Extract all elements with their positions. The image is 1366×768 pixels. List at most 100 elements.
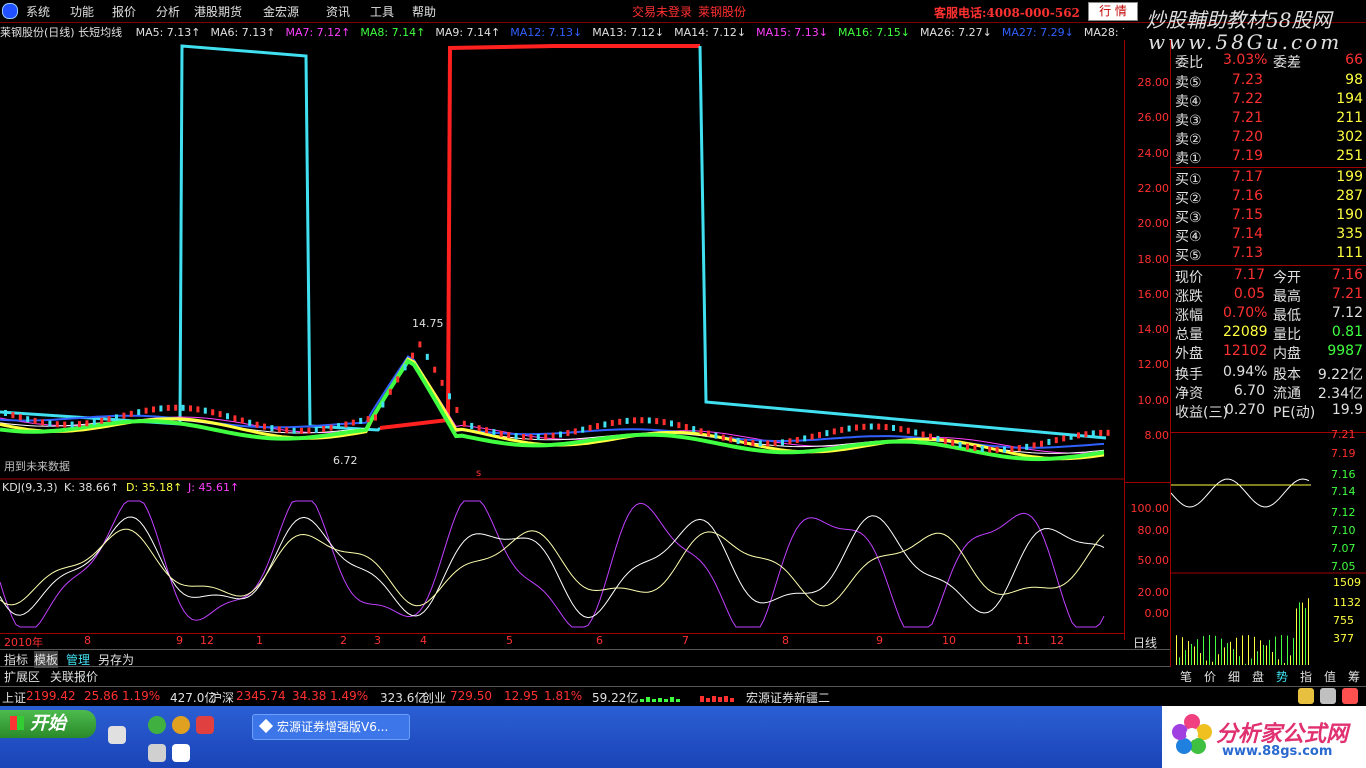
panel-tab[interactable]: 笔 [1180,668,1192,685]
ma-value-4: MA9: 7.14↑ [435,26,501,39]
price-chart[interactable]: 用到未来数据 14.75 6.72 s [0,40,1124,480]
price-axis-label: 18.00 [1137,252,1170,266]
intraday-volume-bar [1200,653,1201,665]
date-axis-label: 8 [782,634,789,647]
sell-row[interactable]: 卖② 7.20 302 [1171,129,1366,148]
candle [159,405,163,412]
stat-value: 7.16 [1331,267,1363,283]
menu-item-jinhongyuan[interactable]: 金宏源 [263,3,299,20]
intraday-volume-bar [1290,655,1291,665]
menu-item-analysis[interactable]: 分析 [156,3,180,20]
candle [596,423,599,430]
panel-tab[interactable]: 值 [1324,668,1336,685]
candle [48,420,52,427]
candle [300,427,303,434]
candle [218,411,222,418]
quicklaunch-refresh-icon[interactable] [172,716,190,734]
show-desktop-icon[interactable] [108,726,126,744]
trade-login-status[interactable]: 交易未登录 [632,3,692,20]
panel-tab[interactable]: 盘 [1252,668,1264,685]
sell-row[interactable]: 卖③ 7.21 211 [1171,110,1366,129]
panel-tab[interactable]: 势 [1276,668,1288,685]
chart-title: 莱钢股份(日线) 长短均线 [0,26,123,39]
buy-row[interactable]: 买② 7.16 287 [1171,188,1366,207]
intraday-volume-bar [1182,637,1183,665]
sell-row[interactable]: 卖④ 7.22 194 [1171,91,1366,110]
quicklaunch-keyboard-icon[interactable] [148,744,166,762]
start-button[interactable]: 开始 [0,710,96,738]
tray-lock-icon[interactable] [1320,688,1336,704]
quicklaunch-help-icon[interactable] [172,744,190,762]
menu-item-tools[interactable]: 工具 [370,3,394,20]
candle [662,419,666,426]
sell-volume: 98 [1345,72,1363,88]
menu-item-function[interactable]: 功能 [70,3,94,20]
candle [403,364,407,371]
candle [255,421,259,428]
sell-row[interactable]: 卖⑤ 7.23 98 [1171,72,1366,91]
app-logo-icon[interactable] [2,3,18,19]
tab-extension-area[interactable]: 扩展区 [4,668,40,685]
quote-button[interactable]: 行 情 [1088,2,1138,21]
candle [1062,435,1066,442]
sell-price: 7.21 [1231,110,1263,126]
candle [751,439,755,446]
intraday-volume-bar [1179,657,1180,665]
candle [1091,430,1095,437]
candle [892,424,895,431]
kdj-axis-label: 20.00 [1137,586,1170,599]
buy-row[interactable]: 买⑤ 7.13 111 [1171,245,1366,264]
menu-item-news[interactable]: 资讯 [326,3,350,20]
price-axis-label: 16.00 [1137,287,1170,301]
tray-close-icon[interactable] [1342,688,1358,704]
candle [936,435,940,442]
buy-row[interactable]: 买① 7.17 199 [1171,169,1366,188]
sell-row[interactable]: 卖① 7.19 251 [1171,148,1366,167]
stat-label: 外盘 [1175,346,1203,362]
intraday-volume-bar [1206,660,1207,665]
stat-value: 7.12 [1331,305,1363,321]
candle [381,401,385,408]
panel-tab[interactable]: 指 [1300,668,1312,685]
intraday-volume-bar [1197,639,1198,665]
tray-info-icon[interactable] [1298,688,1314,704]
quicklaunch-app-icon[interactable] [196,716,214,734]
candle [522,433,525,440]
stat-label: 今开 [1273,270,1301,286]
buy-level: 买④ [1175,229,1202,245]
hs-index-name: 沪深 [210,691,235,705]
buy-level: 买⑤ [1175,248,1202,264]
candle [248,419,252,426]
panel-tab[interactable]: 细 [1228,668,1240,685]
current-stock-name: 莱钢股份 [698,5,747,19]
stat-label: 收益(三) [1175,405,1228,421]
menu-item-system[interactable]: 系统 [26,3,50,20]
quicklaunch-ie-icon[interactable] [148,716,166,734]
panel-tab[interactable]: 价 [1204,668,1216,685]
candle [869,423,873,430]
panel-tab[interactable]: 筹 [1348,668,1360,685]
windows-flag-icon [10,716,24,730]
intraday-volume-bar [1233,649,1234,665]
candle [692,426,696,433]
candle [758,440,762,447]
candle [189,405,192,412]
taskbar-item-hongyuan[interactable]: 宏源证券增强版V6... [252,714,410,740]
candle [581,426,585,433]
price-axis-label: 14.00 [1137,323,1170,337]
menu-item-hk-futures[interactable]: 港股期货 [194,3,242,20]
menu-item-quote[interactable]: 报价 [112,3,136,20]
kdj-chart[interactable] [0,497,1124,632]
buy-row[interactable]: 买③ 7.15 190 [1171,207,1366,226]
mini-axis-label: 7.16 [1331,468,1356,481]
candle [314,426,318,433]
mini-axis-label: 7.21 [1331,428,1356,441]
menu-item-help[interactable]: 帮助 [412,3,436,20]
buy-row[interactable]: 买④ 7.14 335 [1171,226,1366,245]
channel-line-red [379,44,700,430]
buy-volume: 335 [1336,226,1363,242]
tab-related-quote[interactable]: 关联报价 [50,668,98,685]
price-axis-label: 26.00 [1137,111,1170,125]
mini-axis-label: 7.07 [1331,542,1356,555]
sell-price: 7.19 [1231,148,1263,164]
